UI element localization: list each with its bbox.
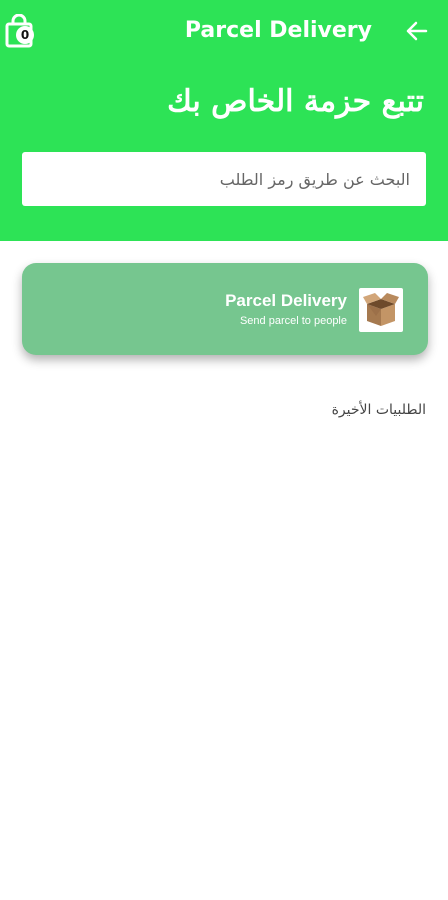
recent-orders-heading: الطلبيات الأخيرة — [331, 402, 426, 418]
header: 0 Parcel Delivery تتبع حزمة الخاص بك — [0, 0, 448, 241]
parcel-box-icon — [363, 293, 399, 326]
card-icon-frame — [359, 288, 403, 332]
card-title: Parcel Delivery — [225, 291, 347, 310]
back-button[interactable] — [404, 16, 432, 46]
hero-title: تتبع حزمة الخاص بك — [167, 84, 424, 119]
arrow-back-icon — [406, 21, 428, 41]
card-subtitle: Send parcel to people — [239, 315, 347, 327]
parcel-delivery-card[interactable]: Parcel Delivery Send parcel to people — [22, 263, 428, 355]
cart-button[interactable]: 0 — [4, 14, 36, 48]
search-input[interactable] — [22, 152, 426, 206]
cart-count-badge: 0 — [16, 26, 34, 44]
app-title: Parcel Delivery — [184, 18, 372, 43]
search-field[interactable] — [22, 152, 426, 206]
